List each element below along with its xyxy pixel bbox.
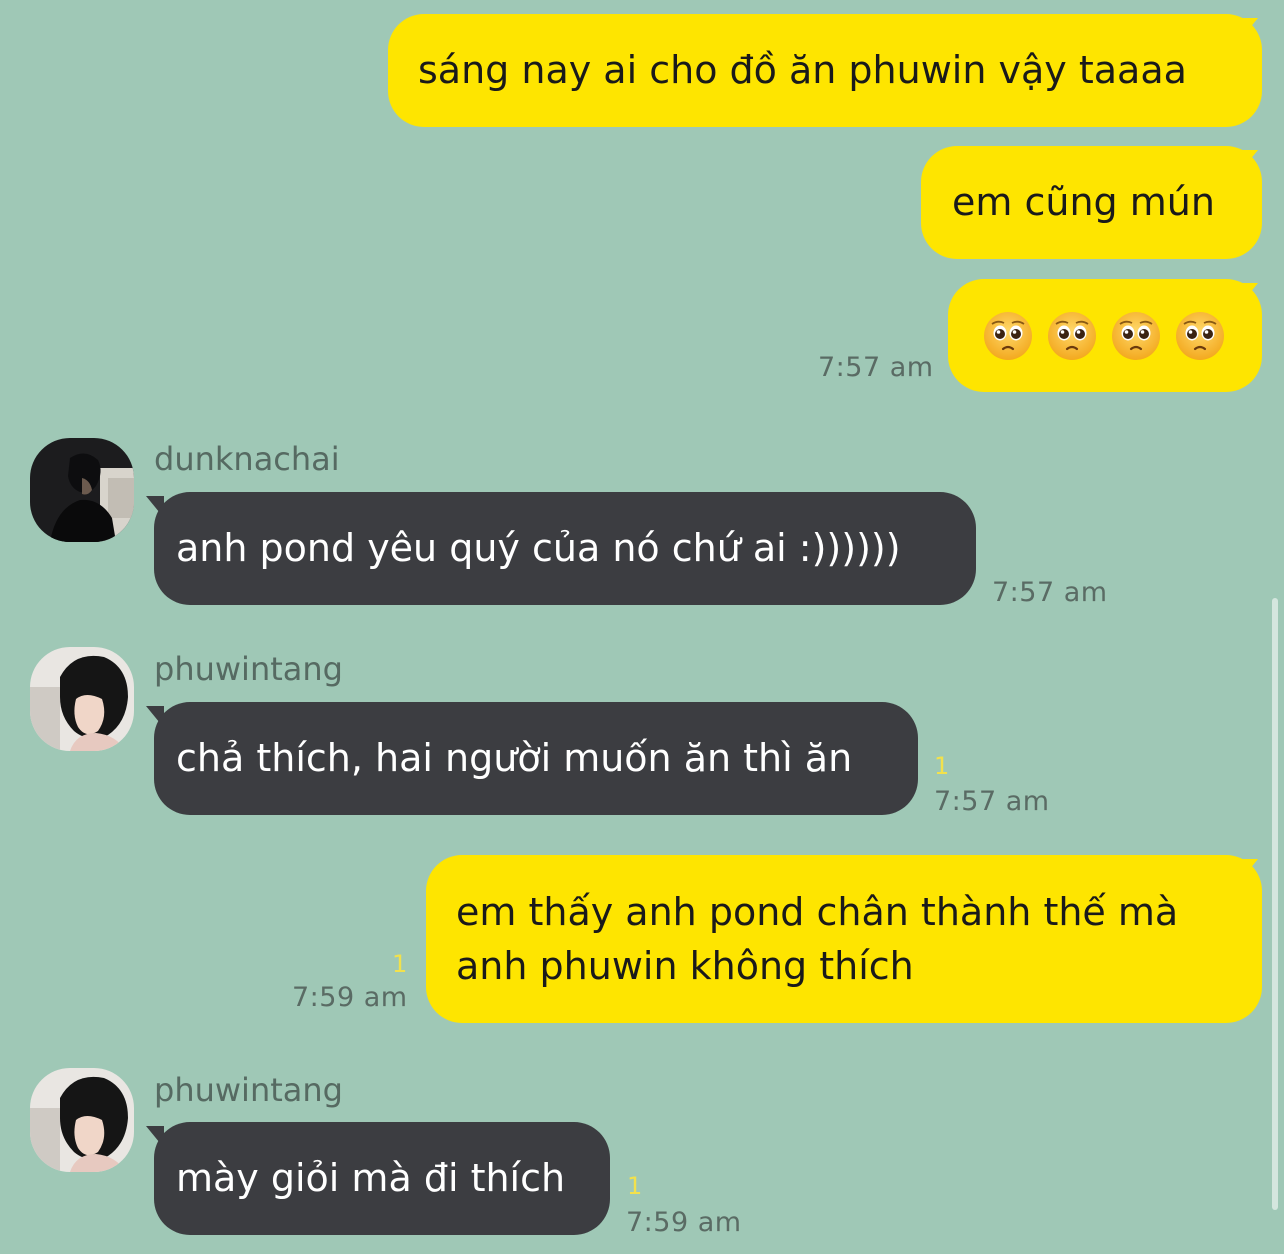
chat-room: sáng nay ai cho đồ ăn phuwin vậy taaaa e…	[0, 0, 1284, 1254]
avatar-phuwintang[interactable]	[30, 647, 134, 751]
pleading-face-icon	[984, 311, 1032, 360]
message-text: sáng nay ai cho đồ ăn phuwin vậy taaaa	[418, 48, 1187, 92]
pleading-face-icon	[1048, 311, 1096, 360]
incoming-message-bubble[interactable]: anh pond yêu quý của nó chứ ai :))))))	[154, 492, 976, 605]
message-text-line: em thấy anh pond chân thành thế mà	[456, 890, 1179, 934]
profile-photo	[30, 647, 134, 751]
outgoing-emoji-bubble[interactable]	[948, 279, 1262, 392]
message-text: mày giỏi mà đi thích	[176, 1156, 566, 1200]
message-timestamp: 7:59 am	[626, 1207, 742, 1238]
avatar-dunknachai[interactable]	[30, 438, 134, 542]
outgoing-message-bubble[interactable]: em thấy anh pond chân thành thế mà anh p…	[426, 855, 1262, 1023]
pleading-face-icon	[1112, 311, 1160, 360]
emoji-row	[983, 279, 1262, 392]
message-text: chả thích, hai người muốn ăn thì ăn	[176, 736, 853, 780]
message-timestamp: 7:57 am	[818, 352, 934, 383]
unread-count: 1	[934, 752, 950, 780]
sender-name: phuwintang	[154, 650, 343, 688]
sender-name: phuwintang	[154, 1071, 343, 1109]
incoming-message-bubble[interactable]: chả thích, hai người muốn ăn thì ăn	[154, 702, 918, 815]
profile-photo	[30, 1068, 134, 1172]
unread-count: 1	[627, 1172, 643, 1200]
unread-count: 1	[392, 950, 408, 978]
outgoing-message-bubble[interactable]: em cũng mún	[921, 146, 1262, 259]
outgoing-message-bubble[interactable]: sáng nay ai cho đồ ăn phuwin vậy taaaa	[388, 14, 1262, 127]
incoming-message-bubble[interactable]: mày giỏi mà đi thích	[154, 1122, 610, 1235]
message-text: em cũng mún	[952, 180, 1215, 224]
message-text-line: anh phuwin không thích	[456, 944, 914, 988]
message-timestamp: 7:57 am	[992, 577, 1108, 608]
avatar-phuwintang[interactable]	[30, 1068, 134, 1172]
pleading-face-icon	[1176, 311, 1224, 360]
message-timestamp: 7:59 am	[292, 982, 408, 1013]
message-text: anh pond yêu quý của nó chứ ai :))))))	[176, 526, 901, 570]
message-timestamp: 7:57 am	[934, 786, 1050, 817]
scrollbar[interactable]	[1272, 598, 1278, 1210]
sender-name: dunknachai	[154, 440, 340, 478]
profile-photo	[30, 438, 134, 542]
